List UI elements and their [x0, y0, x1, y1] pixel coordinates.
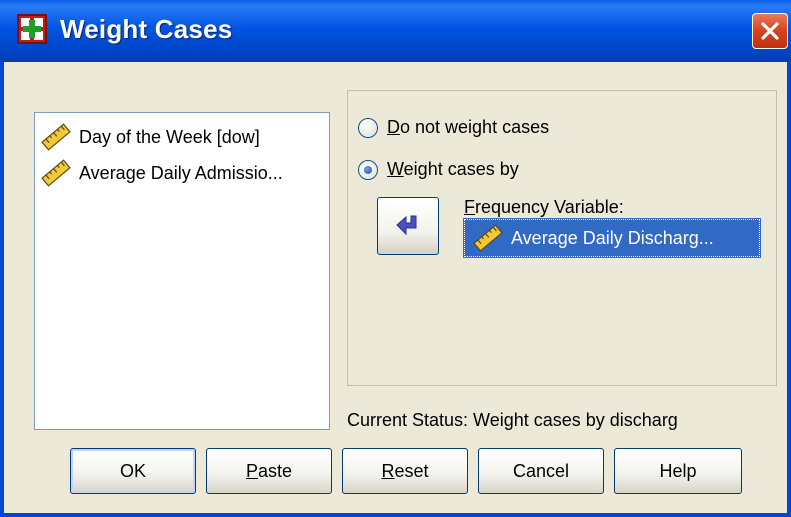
scale-ruler-icon: [473, 224, 503, 252]
do-not-weight-option[interactable]: Do not weight cases: [358, 117, 549, 138]
scale-ruler-icon: [41, 159, 71, 187]
cancel-button-label: Cancel: [512, 460, 570, 481]
reset-button[interactable]: Reset: [342, 448, 468, 494]
ok-button-label: OK: [119, 460, 146, 481]
variable-label: Day of the Week [dow]: [79, 126, 260, 147]
cancel-button[interactable]: Cancel: [478, 448, 604, 494]
source-variable-list[interactable]: Day of the Week [dow] Average Daily Admi…: [34, 112, 330, 430]
paste-button[interactable]: Paste: [206, 448, 332, 494]
variable-label: Average Daily Admissio...: [79, 162, 283, 183]
weight-cases-by-label: Weight cases by: [387, 159, 519, 179]
arrow-left-icon: [396, 215, 417, 236]
frequency-variable-field[interactable]: Average Daily Discharg...: [463, 218, 761, 258]
frequency-variable-label: Frequency Variable:: [464, 197, 624, 217]
weight-options-group: Do not weight cases Weight cases by Freq…: [347, 90, 777, 386]
window-title: Weight Cases: [60, 14, 233, 44]
window-frame-left: [0, 62, 4, 517]
window-frame-bottom: [0, 513, 791, 517]
move-variable-button[interactable]: [377, 197, 439, 255]
window-frame-right: [787, 62, 791, 517]
ok-button[interactable]: OK: [70, 448, 196, 494]
reset-button-label: Reset: [381, 460, 429, 481]
weight-cases-by-radio[interactable]: [358, 159, 378, 180]
list-item[interactable]: Day of the Week [dow]: [39, 122, 260, 152]
do-not-weight-label: Do not weight cases: [387, 117, 550, 137]
close-button[interactable]: [752, 13, 788, 49]
help-button-label: Help: [659, 460, 697, 481]
list-item[interactable]: Average Daily Admissio...: [39, 158, 283, 188]
scale-ruler-icon: [41, 123, 71, 151]
spss-table-icon: [17, 14, 47, 44]
current-status-text: Current Status: Weight cases by discharg: [347, 410, 678, 430]
help-button[interactable]: Help: [614, 448, 742, 494]
do-not-weight-radio[interactable]: [358, 117, 378, 138]
weight-cases-by-option[interactable]: Weight cases by: [358, 159, 519, 180]
paste-button-label: Paste: [245, 460, 293, 481]
frequency-variable-value: Average Daily Discharg...: [511, 227, 714, 248]
title-bar[interactable]: Weight Cases: [0, 0, 791, 62]
weight-cases-dialog: Weight Cases Day of the Week [dow] Avera…: [0, 0, 791, 517]
close-icon: [761, 22, 779, 40]
